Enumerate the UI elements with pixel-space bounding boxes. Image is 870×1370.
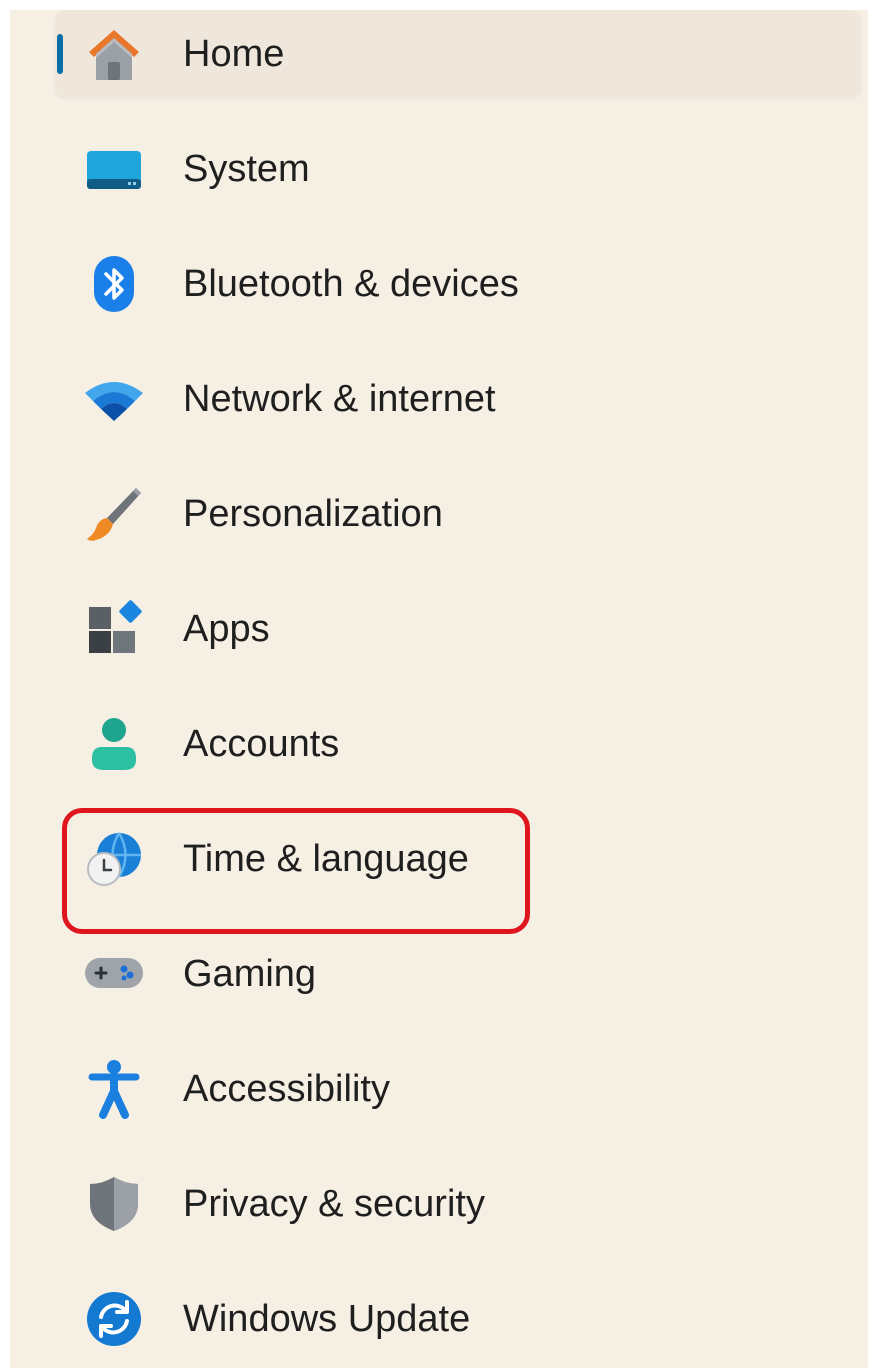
nav-item-system[interactable]: System xyxy=(55,125,861,213)
nav-item-label: Accessibility xyxy=(183,1068,390,1110)
nav-item-gaming[interactable]: Gaming xyxy=(55,930,861,1018)
paintbrush-icon xyxy=(84,484,144,544)
nav-item-accessibility[interactable]: Accessibility xyxy=(55,1045,861,1133)
nav-item-label: Accounts xyxy=(183,723,340,765)
nav-item-label: Bluetooth & devices xyxy=(183,263,519,305)
nav-item-label: Apps xyxy=(183,608,270,650)
nav-item-home[interactable]: Home xyxy=(55,10,861,98)
bluetooth-icon xyxy=(84,254,144,314)
settings-sidebar: Home System Bluetooth & devices Network … xyxy=(10,10,868,1368)
gamepad-icon xyxy=(84,944,144,1004)
nav-item-label: System xyxy=(183,148,310,190)
apps-icon xyxy=(84,599,144,659)
accessibility-icon xyxy=(84,1059,144,1119)
sync-icon xyxy=(84,1289,144,1349)
nav-item-privacy-security[interactable]: Privacy & security xyxy=(55,1160,861,1248)
selection-indicator xyxy=(57,34,63,74)
nav-item-network-internet[interactable]: Network & internet xyxy=(55,355,861,443)
home-icon xyxy=(84,24,144,84)
nav-item-label: Network & internet xyxy=(183,378,496,420)
shield-icon xyxy=(84,1174,144,1234)
highlight-box xyxy=(62,808,530,934)
nav-item-label: Gaming xyxy=(183,953,317,995)
wifi-icon xyxy=(84,369,144,429)
nav-item-windows-update[interactable]: Windows Update xyxy=(55,1275,861,1363)
nav-item-personalization[interactable]: Personalization xyxy=(55,470,861,558)
nav-item-label: Personalization xyxy=(183,493,443,535)
nav-item-accounts[interactable]: Accounts xyxy=(55,700,861,788)
person-icon xyxy=(84,714,144,774)
system-icon xyxy=(84,139,144,199)
nav-item-label: Home xyxy=(183,33,285,75)
nav-item-bluetooth-devices[interactable]: Bluetooth & devices xyxy=(55,240,861,328)
nav-item-label: Privacy & security xyxy=(183,1183,485,1225)
nav-item-label: Windows Update xyxy=(183,1298,471,1340)
nav-item-apps[interactable]: Apps xyxy=(55,585,861,673)
